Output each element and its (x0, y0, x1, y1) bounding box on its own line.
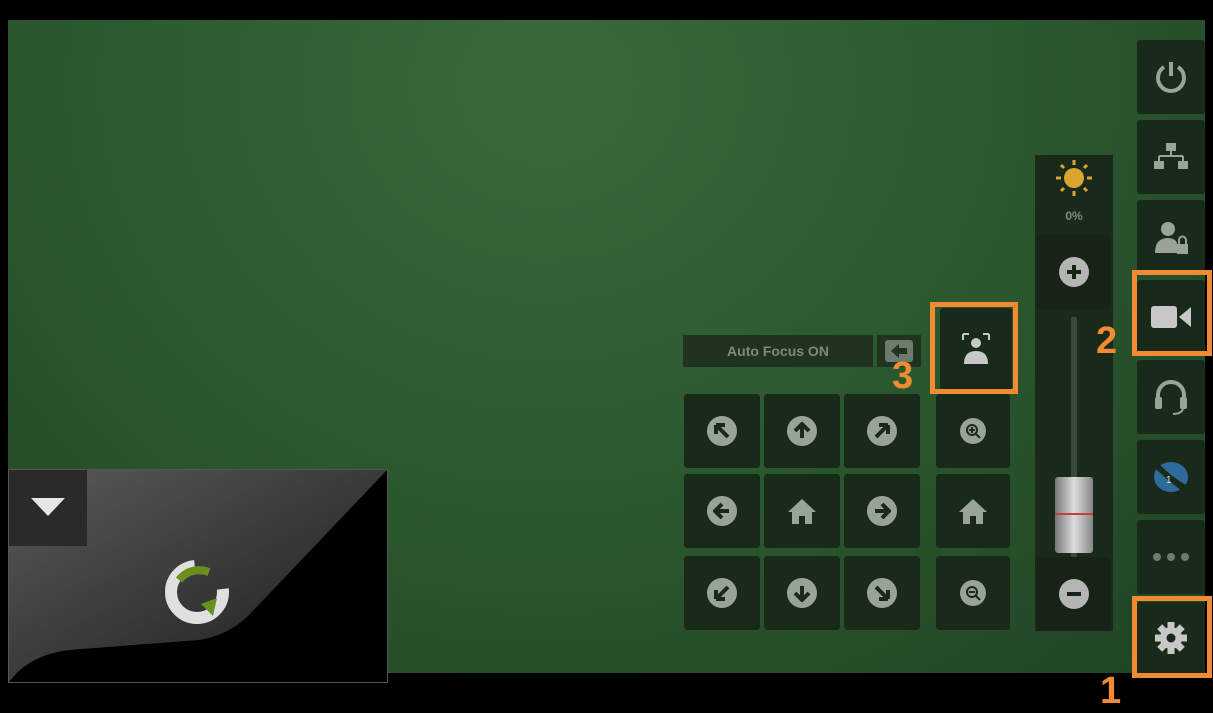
sidebar-item-network[interactable] (1137, 120, 1205, 194)
callout-number-1: 1 (1100, 670, 1122, 712)
sidebar-item-more[interactable] (1137, 520, 1205, 594)
arrow-up-icon (787, 416, 817, 446)
svg-text:1: 1 (1166, 475, 1172, 486)
minus-icon (1059, 579, 1089, 609)
sidebar-item-headset[interactable] (1137, 360, 1205, 434)
network-icon (1154, 143, 1188, 169)
user-lock-icon (1155, 222, 1188, 254)
pan-down-right-button[interactable] (844, 556, 920, 630)
arrow-down-left-icon (707, 578, 737, 608)
arrow-up-right-icon (867, 416, 897, 446)
self-view-preview (8, 469, 388, 683)
callout-box-3 (930, 302, 1018, 394)
share-icon: 1 (1154, 462, 1188, 492)
chevron-down-icon (31, 498, 65, 516)
headset-icon (1155, 380, 1187, 415)
brightness-slider-handle[interactable] (1055, 477, 1093, 553)
arrow-left-icon (707, 496, 737, 526)
arrow-down-icon (787, 578, 817, 608)
arrow-down-right-icon (867, 578, 897, 608)
brightness-increase-button[interactable] (1037, 235, 1111, 309)
zoom-out-icon (960, 580, 986, 606)
brightness-value: 0% (1065, 209, 1083, 223)
loading-icon (161, 558, 233, 628)
camera-home-button[interactable] (764, 474, 840, 548)
zoom-out-button[interactable] (936, 556, 1010, 630)
brightness-decrease-button[interactable] (1037, 557, 1111, 631)
tilt-down-button[interactable] (764, 556, 840, 630)
tilt-up-button[interactable] (764, 394, 840, 468)
more-icon (1153, 553, 1189, 561)
pan-right-button[interactable] (844, 474, 920, 548)
sidebar-item-user-lock[interactable] (1137, 200, 1205, 274)
pan-up-left-button[interactable] (684, 394, 760, 468)
autofocus-label: Auto Focus ON (727, 343, 829, 359)
sidebar-item-share[interactable]: 1 (1137, 440, 1205, 514)
plus-icon (1059, 257, 1089, 287)
arrow-right-icon (867, 496, 897, 526)
home-icon (959, 499, 987, 524)
power-icon (1156, 62, 1186, 93)
zoom-in-button[interactable] (936, 394, 1010, 468)
sun-icon (1055, 159, 1093, 197)
zoom-home-button[interactable] (936, 474, 1010, 548)
callout-number-3: 3 (892, 355, 914, 397)
pan-left-button[interactable] (684, 474, 760, 548)
sidebar-item-power[interactable] (1137, 40, 1205, 114)
brightness-panel: 0% (1035, 155, 1113, 631)
arrow-up-left-icon (707, 416, 737, 446)
pan-up-right-button[interactable] (844, 394, 920, 468)
callout-box-2 (1132, 270, 1212, 356)
callout-number-2: 2 (1096, 320, 1118, 362)
preview-collapse-button[interactable] (9, 470, 87, 546)
zoom-in-icon (960, 418, 986, 444)
callout-box-1 (1132, 596, 1212, 678)
home-icon (788, 499, 816, 524)
pan-down-left-button[interactable] (684, 556, 760, 630)
autofocus-status-bar: Auto Focus ON (683, 335, 873, 367)
